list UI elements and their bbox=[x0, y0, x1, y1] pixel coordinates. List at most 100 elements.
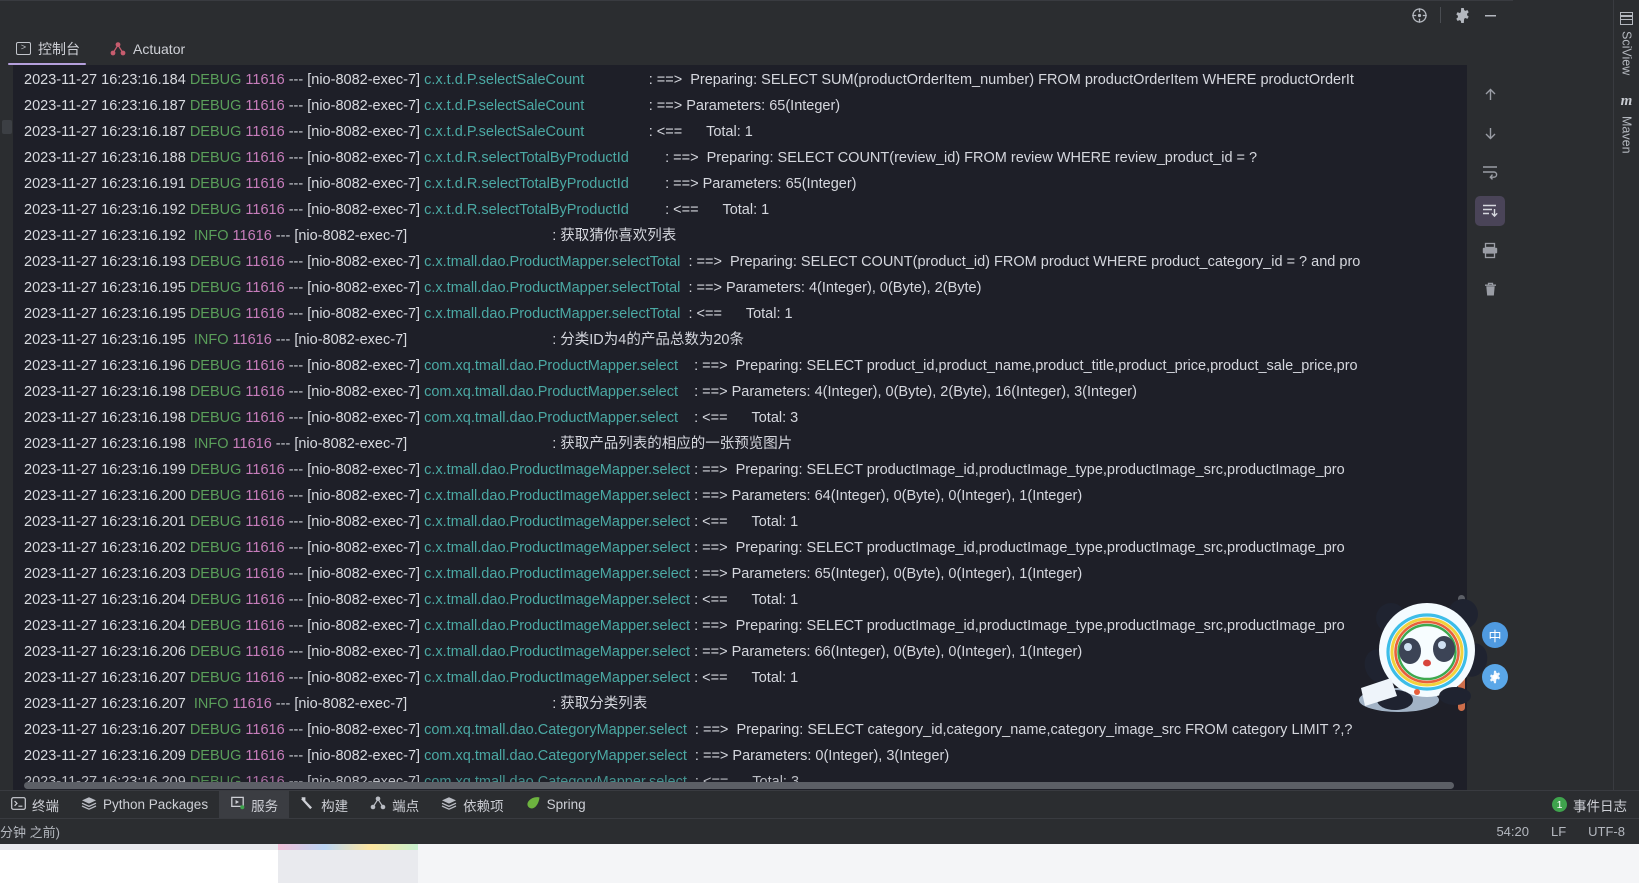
log-line[interactable]: 2023-11-27 16:23:16.191 DEBUG 11616 --- … bbox=[14, 171, 1467, 197]
log-line[interactable]: 2023-11-27 16:23:16.206 DEBUG 11616 --- … bbox=[14, 639, 1467, 665]
caret-position[interactable]: 54:20 bbox=[1496, 824, 1529, 839]
log-level: DEBUG bbox=[189, 644, 242, 660]
log-level: INFO bbox=[189, 696, 229, 712]
scroll-up-icon[interactable] bbox=[1475, 79, 1505, 109]
log-line[interactable]: 2023-11-27 16:23:16.204 DEBUG 11616 --- … bbox=[14, 587, 1467, 613]
console-output-panel[interactable]: 2023-11-27 16:23:16.184 DEBUG 11616 --- … bbox=[0, 65, 1513, 790]
log-thread: [nio-8082-exec-7] bbox=[307, 514, 425, 530]
log-message: : ==> Parameters: 65(Integer) bbox=[665, 176, 857, 192]
log-line[interactable]: 2023-11-27 16:23:16.187 DEBUG 11616 --- … bbox=[14, 93, 1467, 119]
target-icon[interactable] bbox=[1406, 2, 1432, 28]
log-pad bbox=[629, 176, 665, 192]
log-line[interactable]: 2023-11-27 16:23:16.198 DEBUG 11616 --- … bbox=[14, 405, 1467, 431]
log-thread: [nio-8082-exec-7] bbox=[307, 254, 425, 270]
log-separator: --- bbox=[284, 462, 308, 478]
log-pid: 11616 bbox=[241, 254, 285, 270]
log-line[interactable]: 2023-11-27 16:23:16.198 INFO 11616 --- [… bbox=[14, 431, 1467, 457]
bottom-item-dependencies[interactable]: 依赖项 bbox=[430, 791, 515, 819]
log-separator: --- bbox=[284, 488, 308, 504]
trash-icon[interactable] bbox=[1475, 274, 1505, 304]
log-logger: c.x.t.d.P.selectSaleCount bbox=[424, 124, 585, 140]
log-line[interactable]: 2023-11-27 16:23:16.195 DEBUG 11616 --- … bbox=[14, 301, 1467, 327]
scroll-to-end-icon[interactable] bbox=[1475, 196, 1505, 226]
log-timestamp: 2023-11-27 16:23:16.199 bbox=[24, 462, 190, 478]
log-timestamp: 2023-11-27 16:23:16.195 bbox=[24, 306, 190, 322]
log-line[interactable]: 2023-11-27 16:23:16.188 DEBUG 11616 --- … bbox=[14, 145, 1467, 171]
log-thread: [nio-8082-exec-7] bbox=[307, 358, 425, 374]
log-logger: com.xq.tmall.dao.CategoryMapper.select bbox=[424, 722, 687, 738]
scrollbar-error-marker[interactable] bbox=[1458, 675, 1465, 711]
bottom-item-python-packages[interactable]: Python Packages bbox=[70, 791, 219, 819]
log-line[interactable]: 2023-11-27 16:23:16.209 DEBUG 11616 --- … bbox=[14, 743, 1467, 769]
log-pad bbox=[584, 72, 648, 88]
log-line[interactable]: 2023-11-27 16:23:16.193 DEBUG 11616 --- … bbox=[14, 249, 1467, 275]
log-pid: 11616 bbox=[241, 670, 285, 686]
fold-marker[interactable] bbox=[2, 120, 12, 134]
log-separator: --- bbox=[271, 436, 295, 452]
log-line[interactable]: 2023-11-27 16:23:16.204 DEBUG 11616 --- … bbox=[14, 613, 1467, 639]
log-line[interactable]: 2023-11-27 16:23:16.201 DEBUG 11616 --- … bbox=[14, 509, 1467, 535]
log-line[interactable]: 2023-11-27 16:23:16.203 DEBUG 11616 --- … bbox=[14, 561, 1467, 587]
translate-fab-icon[interactable]: 中 bbox=[1482, 622, 1508, 648]
log-message: : ==> Preparing: SELECT productImage_id,… bbox=[694, 540, 1345, 556]
bottom-item-endpoints[interactable]: 端点 bbox=[359, 791, 430, 819]
rail-item-sciview[interactable]: SciView bbox=[1620, 6, 1634, 85]
log-message: : ==> Preparing: SELECT product_id,produ… bbox=[694, 358, 1358, 374]
log-line[interactable]: 2023-11-27 16:23:16.192 INFO 11616 --- [… bbox=[14, 223, 1467, 249]
log-line[interactable]: 2023-11-27 16:23:16.195 INFO 11616 --- [… bbox=[14, 327, 1467, 353]
log-line[interactable]: 2023-11-27 16:23:16.207 INFO 11616 --- [… bbox=[14, 691, 1467, 717]
bottom-item-build[interactable]: 构建 bbox=[289, 791, 359, 819]
bottom-item-spring[interactable]: Spring bbox=[515, 791, 597, 819]
log-line[interactable]: 2023-11-27 16:23:16.192 DEBUG 11616 --- … bbox=[14, 197, 1467, 223]
log-message: : ==> Parameters: 4(Integer), 0(Byte), 2… bbox=[694, 384, 1137, 400]
log-timestamp: 2023-11-27 16:23:16.204 bbox=[24, 618, 190, 634]
log-message: : 获取分类列表 bbox=[552, 696, 648, 712]
minimize-icon[interactable] bbox=[1477, 2, 1503, 28]
log-line[interactable]: 2023-11-27 16:23:16.195 DEBUG 11616 --- … bbox=[14, 275, 1467, 301]
log-level: DEBUG bbox=[189, 592, 242, 608]
gear-icon[interactable] bbox=[1449, 2, 1475, 28]
log-line[interactable]: 2023-11-27 16:23:16.207 DEBUG 11616 --- … bbox=[14, 665, 1467, 691]
hscrollbar-thumb[interactable] bbox=[24, 782, 1454, 789]
tab-console[interactable]: > 控制台 bbox=[0, 32, 94, 65]
console-vertical-scrollbar[interactable] bbox=[1457, 65, 1467, 790]
log-line[interactable]: 2023-11-27 16:23:16.207 DEBUG 11616 --- … bbox=[14, 717, 1467, 743]
settings-fab-icon[interactable] bbox=[1482, 664, 1508, 690]
log-line[interactable]: 2023-11-27 16:23:16.184 DEBUG 11616 --- … bbox=[14, 67, 1467, 93]
soft-wrap-icon[interactable] bbox=[1475, 157, 1505, 187]
bottom-item-services[interactable]: 服务 bbox=[219, 790, 290, 819]
log-level: INFO bbox=[189, 436, 229, 452]
log-logger: c.x.tmall.dao.ProductImageMapper.select bbox=[424, 618, 691, 634]
print-icon[interactable] bbox=[1475, 235, 1505, 265]
dependencies-icon bbox=[441, 796, 457, 813]
log-lines-container[interactable]: 2023-11-27 16:23:16.184 DEBUG 11616 --- … bbox=[14, 65, 1467, 790]
log-thread: [nio-8082-exec-7] bbox=[307, 410, 425, 426]
log-line[interactable]: 2023-11-27 16:23:16.198 DEBUG 11616 --- … bbox=[14, 379, 1467, 405]
log-message: : <== Total: 1 bbox=[688, 306, 793, 322]
log-line[interactable]: 2023-11-27 16:23:16.187 DEBUG 11616 --- … bbox=[14, 119, 1467, 145]
log-message: : ==> Parameters: 66(Integer), 0(Byte), … bbox=[694, 644, 1083, 660]
log-separator: --- bbox=[284, 124, 308, 140]
log-pid: 11616 bbox=[241, 514, 285, 530]
log-line[interactable]: 2023-11-27 16:23:16.196 DEBUG 11616 --- … bbox=[14, 353, 1467, 379]
rail-item-maven[interactable]: m Maven bbox=[1620, 87, 1634, 164]
console-horizontal-scrollbar[interactable] bbox=[14, 781, 1467, 790]
file-encoding[interactable]: UTF-8 bbox=[1588, 824, 1625, 839]
log-level: DEBUG bbox=[189, 384, 242, 400]
log-line[interactable]: 2023-11-27 16:23:16.200 DEBUG 11616 --- … bbox=[14, 483, 1467, 509]
log-line[interactable]: 2023-11-27 16:23:16.202 DEBUG 11616 --- … bbox=[14, 535, 1467, 561]
log-timestamp: 2023-11-27 16:23:16.192 bbox=[24, 202, 190, 218]
tab-actuator[interactable]: Actuator bbox=[94, 32, 199, 65]
bottom-item-terminal[interactable]: 终端 bbox=[0, 791, 70, 819]
log-level: DEBUG bbox=[189, 280, 242, 296]
event-log-area[interactable]: 1 事件日志 bbox=[1552, 795, 1639, 815]
scroll-down-icon[interactable] bbox=[1475, 118, 1505, 148]
scrollbar-thumb[interactable] bbox=[1458, 595, 1465, 665]
log-line[interactable]: 2023-11-27 16:23:16.199 DEBUG 11616 --- … bbox=[14, 457, 1467, 483]
log-pid: 11616 bbox=[241, 176, 285, 192]
log-logger: c.x.tmall.dao.ProductImageMapper.select bbox=[424, 670, 691, 686]
log-level: DEBUG bbox=[189, 540, 242, 556]
line-separator[interactable]: LF bbox=[1551, 824, 1566, 839]
log-level: DEBUG bbox=[189, 748, 242, 764]
log-timestamp: 2023-11-27 16:23:16.195 bbox=[24, 332, 190, 348]
